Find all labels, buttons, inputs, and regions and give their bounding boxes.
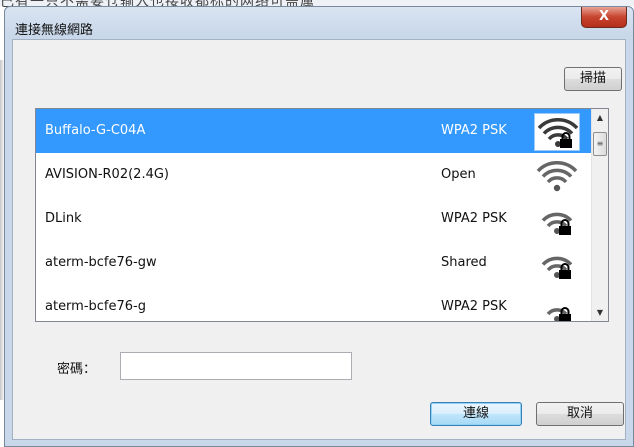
network-list[interactable]: Buffalo-G-C04A WPA2 PSK AVISION-R02(2.4G…: [35, 108, 609, 322]
wifi-lock-icon: [534, 245, 580, 283]
network-ssid: AVISION-R02(2.4G): [45, 167, 169, 182]
wifi-lock-icon: [534, 201, 580, 239]
scan-button[interactable]: 掃描: [564, 67, 622, 91]
network-row[interactable]: aterm-bcfe76-gw Shared: [36, 241, 591, 285]
dialog-client-area: 掃描 Buffalo-G-C04A WPA2 PSK AVISION-R02(2…: [12, 39, 626, 440]
network-security: WPA2 PSK: [441, 211, 507, 226]
network-ssid: Buffalo-G-C04A: [45, 123, 146, 138]
wifi-icon: [534, 157, 580, 195]
titlebar: 連接無線網路 X: [5, 7, 633, 41]
network-row[interactable]: aterm-bcfe76-g WPA2 PSK: [36, 285, 591, 321]
network-row[interactable]: DLink WPA2 PSK: [36, 197, 591, 241]
window-title: 連接無線網路: [15, 23, 94, 38]
connect-button[interactable]: 連線: [430, 402, 522, 426]
network-security: Shared: [441, 255, 487, 270]
network-ssid: aterm-bcfe76-gw: [45, 255, 157, 270]
close-button[interactable]: X: [581, 7, 627, 28]
password-label: 密碼：: [57, 362, 97, 377]
wifi-lock-icon: [534, 289, 580, 321]
password-input[interactable]: [120, 352, 352, 380]
scrollbar-thumb[interactable]: ≡: [593, 132, 607, 156]
scroll-down-arrow-icon[interactable]: ▼: [592, 304, 608, 321]
wifi-lock-icon: [534, 113, 580, 151]
wifi-connect-dialog: 連接無線網路 X 掃描 Buffalo-G-C04A WPA2 PSK AVIS…: [4, 6, 634, 447]
cancel-button[interactable]: 取消: [536, 402, 624, 426]
network-security: WPA2 PSK: [441, 299, 507, 314]
network-security: Open: [441, 167, 476, 182]
scroll-up-arrow-icon[interactable]: ▲: [592, 109, 608, 126]
network-ssid: DLink: [45, 211, 82, 226]
list-scrollbar[interactable]: ▲ ≡ ▼: [591, 109, 608, 321]
network-ssid: aterm-bcfe76-g: [45, 299, 146, 314]
network-row[interactable]: Buffalo-G-C04A WPA2 PSK: [36, 109, 591, 153]
network-row[interactable]: AVISION-R02(2.4G) Open: [36, 153, 591, 197]
network-security: WPA2 PSK: [441, 123, 507, 138]
